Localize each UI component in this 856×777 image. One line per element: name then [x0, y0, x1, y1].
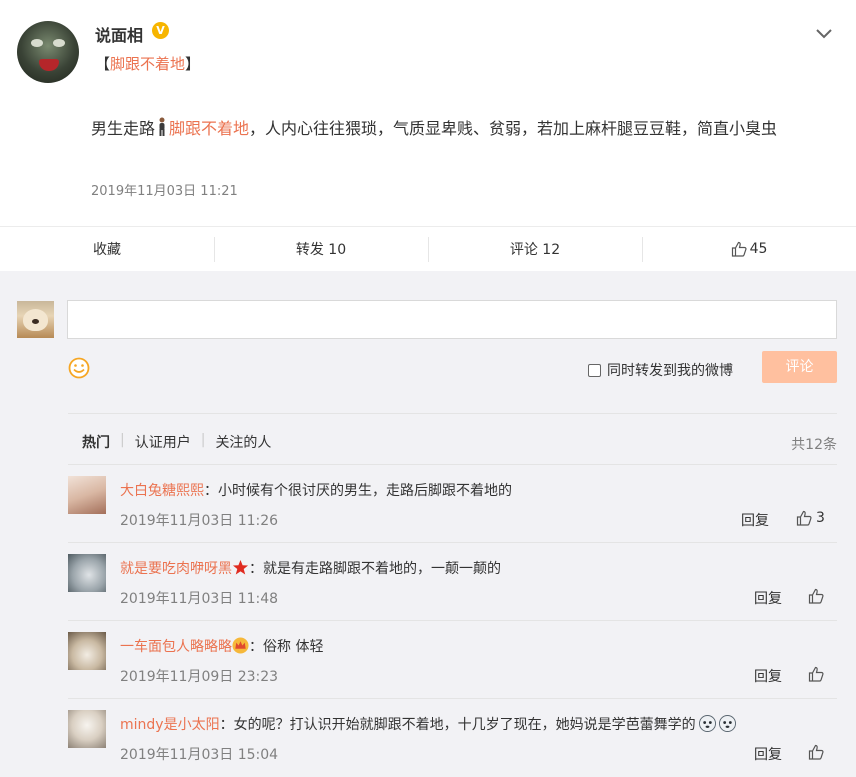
checkbox-box[interactable] — [588, 363, 601, 377]
name-separator: ： — [249, 639, 263, 655]
also-repost-label: 同时转发到我的微博 — [607, 363, 733, 379]
comment-text: 小时候有个很讨厌的男生，走路后脚跟不着地的 — [218, 483, 512, 499]
commenter-name[interactable]: 就是要吃肉咿呀黑 — [120, 561, 232, 577]
tab-divider: | — [200, 432, 206, 448]
comment-like-count: 3 — [816, 510, 825, 526]
comment-list: 热门 | 认证用户 | 关注的人 共12条 大白兔糖熙熙：小时候有个很讨厌的男生… — [68, 413, 837, 777]
author-avatar[interactable] — [17, 21, 79, 83]
post-content: 男生走路 脚跟不着地，人内心往往猥琐，气质显卑贱、贫弱，若加上麻杆腿豆豆鞋，简直小… — [91, 113, 836, 144]
comments-panel: 同时转发到我的微博 评论 热门 | 认证用户 | 关注的人 共12条 大白兔糖熙… — [0, 271, 856, 777]
tab-verified-users[interactable]: 认证用户 — [135, 432, 201, 452]
walking-person-icon — [159, 117, 165, 136]
tab-hot[interactable]: 热门 — [82, 432, 120, 452]
emoji-picker-icon[interactable] — [68, 357, 90, 379]
commenter-name[interactable]: mindy是小太阳 — [120, 717, 220, 733]
favorite-label: 收藏 — [93, 242, 121, 258]
my-avatar — [17, 301, 54, 338]
comment-text-line: mindy是小太阳：女的呢？打认识开始就脚跟不着地，十几岁了现在，她妈说是学芭蕾… — [120, 714, 736, 734]
commenter-avatar[interactable] — [68, 476, 106, 514]
post-action-bar: 收藏 转发 10 评论 12 45 — [0, 226, 856, 271]
comment-like-button[interactable] — [808, 744, 824, 760]
avatar-eye-right — [53, 39, 65, 47]
comment-time: 2019年11月09日 23:23 — [120, 669, 279, 685]
tab-divider: | — [120, 432, 125, 448]
comment-text-line: 一车面包人略略略 ：俗称 体轻 — [120, 636, 323, 656]
comment-like-button[interactable] — [808, 666, 824, 682]
comment-total: 共12条 — [791, 437, 837, 453]
comment-button[interactable]: 评论 12 — [428, 227, 642, 271]
content-text-rest: ，人内心往往猥琐，气质显卑贱、贫弱，若加上麻杆腿豆豆鞋，简直小臭虫 — [249, 119, 778, 138]
thumbs-up-icon — [796, 510, 812, 526]
comment-item: 就是要吃肉咿呀黑 ：就是有走路脚跟不着地的，一颠一颠的 2019年11月03日 1… — [68, 542, 837, 620]
commenter-name[interactable]: 一车面包人略略略 — [120, 639, 232, 655]
reply-button[interactable]: 回复 — [741, 510, 769, 530]
comment-label: 评论 12 — [509, 242, 561, 258]
repost-label: 转发 10 — [295, 242, 347, 258]
thumbs-up-icon — [731, 241, 747, 257]
comment-text: 俗称 体轻 — [263, 639, 324, 655]
verified-badge-icon: V — [152, 22, 169, 39]
repost-button[interactable]: 转发 10 — [214, 227, 428, 271]
husky-emoji-icon — [698, 715, 716, 732]
post-topic-header: 【脚跟不着地】 — [95, 53, 200, 74]
husky-emoji-icon — [718, 715, 736, 732]
thumbs-up-icon — [808, 666, 824, 682]
chevron-down-icon[interactable] — [815, 27, 833, 41]
avatar-mouth — [39, 59, 59, 71]
comment-time: 2019年11月03日 15:04 — [120, 747, 279, 763]
comment-text-line: 大白兔糖熙熙：小时候有个很讨厌的男生，走路后脚跟不着地的 — [120, 480, 512, 500]
avatar-nose — [32, 319, 39, 324]
topic-link[interactable]: 脚跟不着地 — [110, 55, 185, 73]
commenter-avatar[interactable] — [68, 632, 106, 670]
comment-like-button[interactable] — [808, 588, 824, 604]
comment-text: 就是有走路脚跟不着地的，一颠一颠的 — [263, 561, 501, 577]
also-repost-checkbox[interactable]: 同时转发到我的微博 — [588, 360, 733, 380]
crown-badge-icon — [232, 637, 249, 654]
reply-button[interactable]: 回复 — [754, 588, 782, 608]
name-separator: ： — [249, 561, 263, 577]
topic-bracket-open: 【 — [95, 55, 111, 73]
red-star-icon — [232, 559, 249, 575]
name-separator: ： — [204, 483, 218, 499]
comment-item: 大白兔糖熙熙：小时候有个很讨厌的男生，走路后脚跟不着地的 2019年11月03日… — [68, 464, 837, 542]
reply-button[interactable]: 回复 — [754, 744, 782, 764]
name-separator: ： — [219, 717, 234, 733]
like-button[interactable]: 45 — [642, 227, 856, 271]
reply-button[interactable]: 回复 — [754, 666, 782, 686]
content-text-start: 男生走路 — [91, 119, 156, 138]
submit-comment-button[interactable]: 评论 — [762, 351, 837, 383]
author-name[interactable]: 说面相 — [95, 22, 143, 46]
weibo-post: 说面相 V 【脚跟不着地】 男生走路 脚跟不着地，人内心往往猥琐，气质显卑贱、贫弱… — [0, 0, 856, 226]
thumbs-up-icon — [808, 588, 824, 604]
comment-time: 2019年11月03日 11:26 — [120, 513, 279, 529]
commenter-avatar[interactable] — [68, 554, 106, 592]
favorite-button[interactable]: 收藏 — [0, 227, 214, 271]
comment-item: mindy是小太阳：女的呢？打认识开始就脚跟不着地，十几岁了现在，她妈说是学芭蕾… — [68, 698, 837, 776]
content-topic-link[interactable]: 脚跟不着地 — [169, 119, 249, 138]
avatar-eye-left — [31, 39, 43, 47]
post-timestamp[interactable]: 2019年11月03日 11:21 — [91, 180, 238, 199]
topic-bracket-close: 】 — [185, 55, 201, 73]
like-count: 45 — [749, 241, 768, 257]
comment-like-button[interactable]: 3 — [796, 510, 825, 526]
commenter-name[interactable]: 大白兔糖熙熙 — [120, 483, 204, 499]
commenter-avatar[interactable] — [68, 710, 106, 748]
tab-following[interactable]: 关注的人 — [215, 432, 281, 452]
comment-filter-tabs: 热门 | 认证用户 | 关注的人 — [82, 432, 281, 452]
comment-text: 女的呢？打认识开始就脚跟不着地，十几岁了现在，她妈说是学芭蕾舞学的 — [233, 717, 696, 733]
comment-text-line: 就是要吃肉咿呀黑 ：就是有走路脚跟不着地的，一颠一颠的 — [120, 558, 501, 578]
thumbs-up-icon — [808, 744, 824, 760]
comment-time: 2019年11月03日 11:48 — [120, 591, 279, 607]
comment-item: 一车面包人略略略 ：俗称 体轻 2019年11月09日 23:23 回复 — [68, 620, 837, 698]
comment-input[interactable] — [67, 300, 837, 339]
